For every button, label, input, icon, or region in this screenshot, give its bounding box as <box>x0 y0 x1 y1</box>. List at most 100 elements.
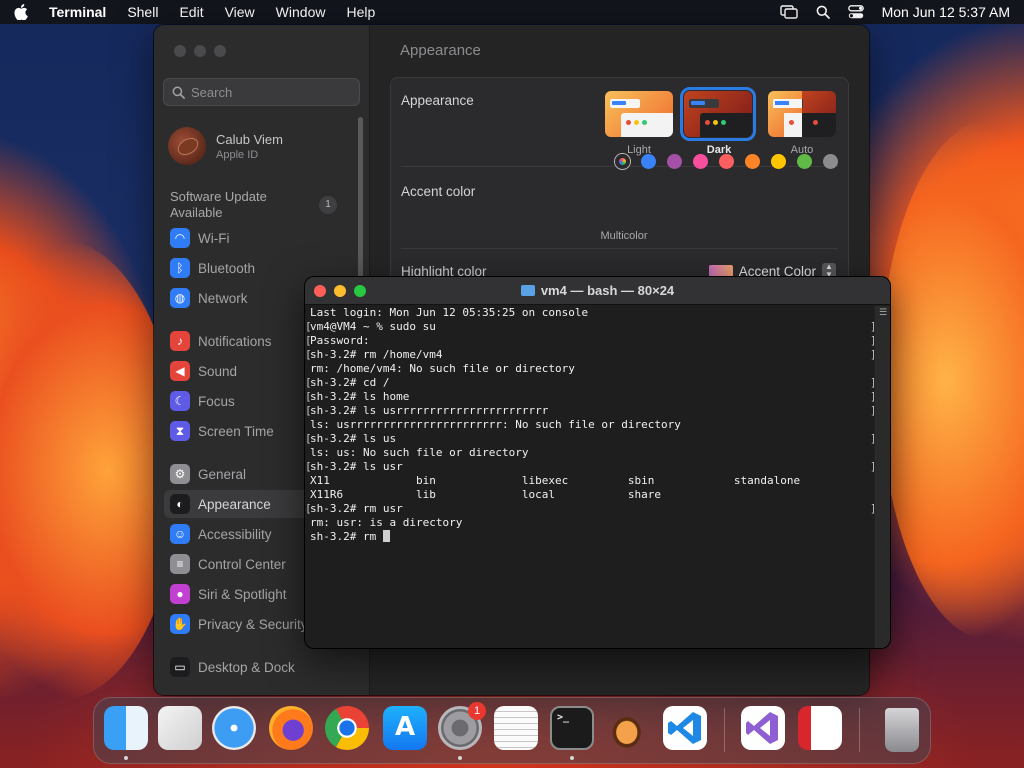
terminal-line: sh-3.2# ls usrrrrrrrrrrrrrrrrrrrrrrr <box>305 404 877 418</box>
mode-label-dark: Dark <box>706 144 732 156</box>
close-button[interactable] <box>174 45 186 57</box>
profile-subtitle: Apple ID <box>216 148 259 161</box>
terminal-line: ls: usrrrrrrrrrrrrrrrrrrrrrrr: No such f… <box>306 418 874 432</box>
screen-mirroring-icon[interactable] <box>779 5 798 19</box>
menu-view[interactable]: View <box>225 4 255 20</box>
appearance-auto-option[interactable] <box>768 91 836 137</box>
launchpad-icon[interactable] <box>158 706 202 750</box>
accent-swatch[interactable] <box>719 154 734 169</box>
spotlight-search-icon[interactable] <box>816 5 830 19</box>
appearance-light-option[interactable] <box>605 91 673 137</box>
sidebar-item-label: Notifications <box>198 333 272 349</box>
app-store-glyph: A <box>394 712 416 742</box>
accent-swatch[interactable] <box>797 154 812 169</box>
terminal-line: sh-3.2# ls home <box>305 390 877 404</box>
sidebar-item-label: Network <box>198 290 248 306</box>
minimize-button[interactable] <box>194 45 206 57</box>
terminal-line-text: rm: /home/vm4: No such file or directory <box>310 362 575 375</box>
terminal-line-text: sh-3.2# cd / <box>310 376 390 389</box>
window-controls <box>174 45 226 57</box>
divider <box>401 248 838 249</box>
avatar <box>168 127 206 165</box>
menu-shell[interactable]: Shell <box>127 4 158 20</box>
terminal-line: sh-3.2# rm usr <box>305 502 877 516</box>
profile-name: Calub Viem <box>216 131 283 147</box>
sidebar-item-desktop-dock[interactable]: ▭ Desktop & Dock <box>164 653 360 681</box>
running-indicator <box>570 756 574 760</box>
terminal-line-text: sh-3.2# ls us <box>310 432 397 445</box>
vscode-glyph <box>668 712 701 744</box>
textedit-icon[interactable] <box>494 706 538 750</box>
terminal-titlebar[interactable]: vm4 — bash — 80×24 <box>305 277 890 305</box>
terminal-title: vm4 — bash — 80×24 <box>305 283 890 298</box>
apple-id-profile[interactable]: Calub Viem Apple ID <box>168 127 283 165</box>
terminal-line-text: vm4@VM4 ~ % sudo su <box>310 320 436 333</box>
appearance-dark-option[interactable] <box>680 87 756 141</box>
parallels-icon[interactable] <box>798 706 842 750</box>
terminal-output[interactable]: Last login: Mon Jun 12 05:35:25 on conso… <box>305 306 877 648</box>
sidebar-item-wi-fi[interactable]: ◠ Wi-Fi <box>164 224 360 252</box>
appearance-label: Appearance <box>401 93 474 108</box>
sidebar-item-label: Accessibility <box>198 526 272 542</box>
chrome-icon[interactable] <box>325 706 369 750</box>
accent-swatch[interactable] <box>693 154 708 169</box>
terminal-line: sh-3.2# rm /home/vm4 <box>305 348 877 362</box>
terminal-line-text: sh-3.2# rm /home/vm4 <box>310 348 443 361</box>
search-field[interactable]: Search <box>163 78 360 106</box>
text-cursor <box>382 530 390 542</box>
terminal-scrollbar[interactable]: ☰ <box>874 306 890 648</box>
notification-badge: 1 <box>468 702 486 720</box>
software-update-item[interactable]: Software Update Available <box>170 189 290 221</box>
menu-window[interactable]: Window <box>276 4 326 20</box>
safari-icon[interactable] <box>212 706 256 750</box>
sidebar-item-label: Siri & Spotlight <box>198 586 287 602</box>
visual-studio-icon[interactable] <box>741 706 785 750</box>
terminal-line-text: ls: us: No such file or directory <box>310 446 529 459</box>
control-center-icon[interactable] <box>847 5 864 19</box>
terminal-line-text: sh-3.2# rm usr <box>310 502 403 515</box>
sidebar-item-label: Privacy & Security <box>198 616 308 632</box>
trash-icon[interactable] <box>885 708 919 752</box>
finder-icon[interactable] <box>104 706 148 750</box>
menu-edit[interactable]: Edit <box>179 4 203 20</box>
menu-bar: Terminal Shell Edit View Window Help Mon… <box>0 0 1024 24</box>
accent-swatch[interactable] <box>823 154 838 169</box>
appearance-icon: ◐ <box>170 494 190 514</box>
terminal-line-text: Password: <box>310 334 370 347</box>
terminal-line-text: rm: usr: is a directory <box>310 516 463 529</box>
accent-swatch[interactable] <box>641 154 656 169</box>
firefox-icon[interactable] <box>269 706 313 750</box>
terminal-line: Password: <box>305 334 877 348</box>
terminal-line: sh-3.2# rm <box>306 530 874 544</box>
sidebar-item-label: General <box>198 466 247 482</box>
garageband-icon[interactable] <box>607 706 651 750</box>
menu-terminal[interactable]: Terminal <box>49 4 106 20</box>
apple-menu-icon[interactable] <box>14 4 28 20</box>
menu-help[interactable]: Help <box>346 4 375 20</box>
highlight-swatch <box>708 265 733 277</box>
search-icon <box>172 86 185 99</box>
sidebar-item-label: Focus <box>198 393 235 409</box>
accent-multicolor-swatch[interactable] <box>615 154 630 169</box>
list-icon[interactable]: ☰ <box>878 308 888 318</box>
zoom-button[interactable] <box>214 45 226 57</box>
accent-color-label: Accent color <box>401 184 476 199</box>
terminal-line: X11R6 lib local share <box>306 488 874 502</box>
page-title: Appearance <box>400 42 481 59</box>
terminal-line: rm: /home/vm4: No such file or directory <box>306 362 874 376</box>
moon-icon: ☾ <box>170 391 190 411</box>
terminal-line: sh-3.2# cd / <box>305 376 877 390</box>
control-center-icon: ≡ <box>170 554 190 574</box>
accent-swatch[interactable] <box>771 154 786 169</box>
terminal-line-text: ls: usrrrrrrrrrrrrrrrrrrrrrrr: No such f… <box>310 418 681 431</box>
app-store-icon[interactable]: A <box>383 706 427 750</box>
menu-clock[interactable]: Mon Jun 12 5:37 AM <box>882 4 1010 20</box>
vscode-icon[interactable] <box>663 706 707 750</box>
dock-icon: ▭ <box>170 657 190 677</box>
sidebar-item-label: Desktop & Dock <box>198 659 295 675</box>
accent-swatch[interactable] <box>745 154 760 169</box>
terminal-line-text: sh-3.2# ls usr <box>310 460 403 473</box>
accent-swatch[interactable] <box>667 154 682 169</box>
terminal-line: sh-3.2# ls us <box>305 432 877 446</box>
terminal-icon[interactable]: >_ <box>550 706 594 750</box>
